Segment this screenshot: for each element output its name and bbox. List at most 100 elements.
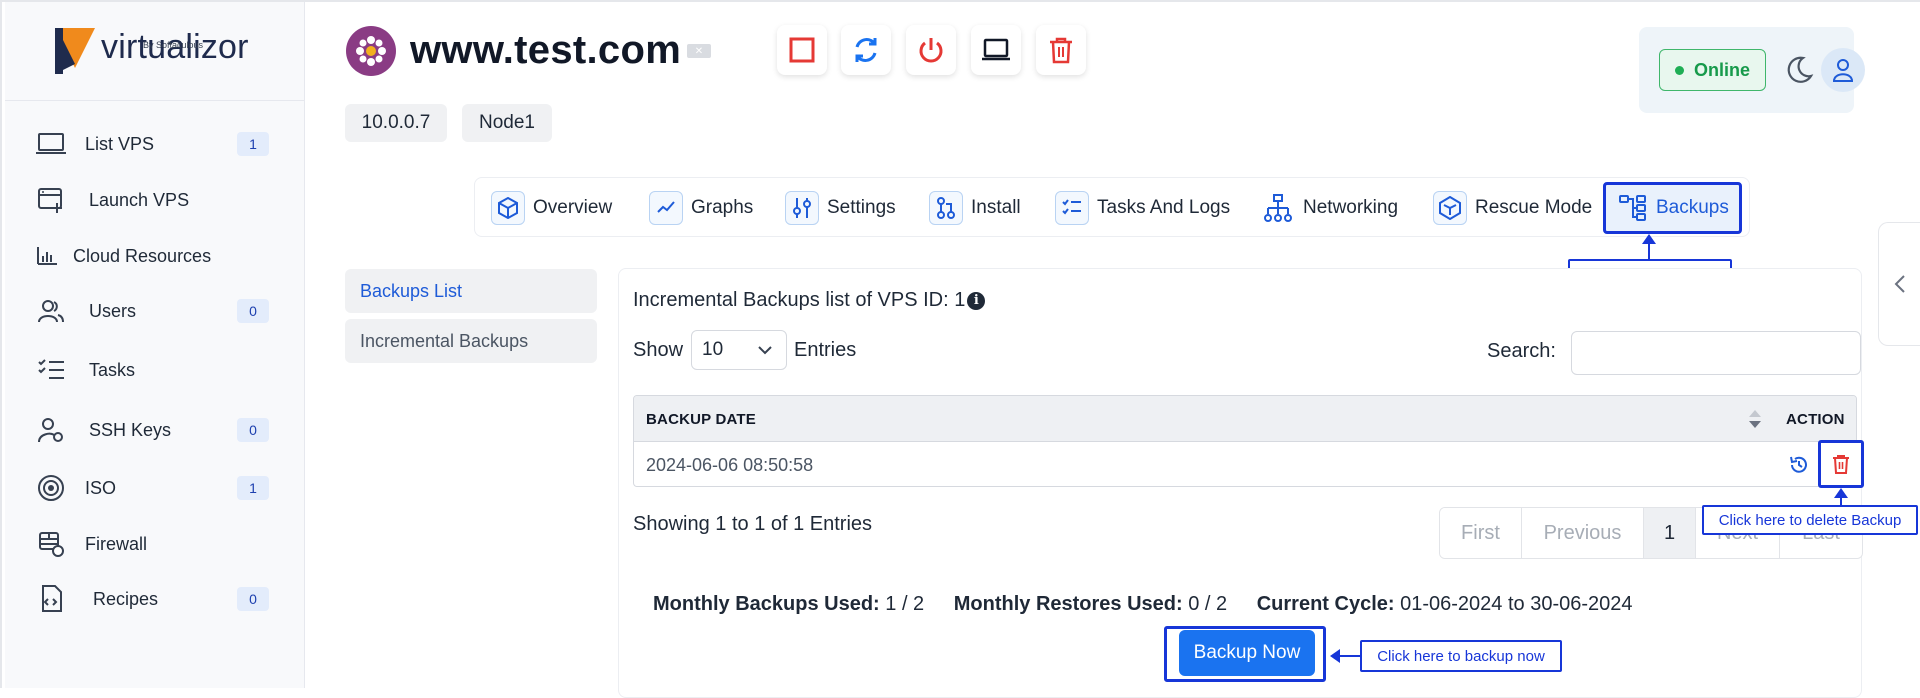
tab-backups[interactable]: Backups [1603,182,1742,234]
monthly-restores-value: 0 / 2 [1188,593,1228,615]
firewall-icon [35,528,67,560]
sidebar-item-label: Firewall [85,533,148,554]
page-title: www.test.com [410,28,682,72]
restart-button[interactable] [841,25,891,75]
tab-overview[interactable]: Overview [491,178,612,238]
current-cycle-value: 01-06-2024 to 30-06-2024 [1400,593,1633,615]
sidebar-item-label: Launch VPS [89,189,190,210]
tab-tasks-and-logs[interactable]: Tasks And Logs [1055,178,1230,238]
table-row: 2024-06-06 08:50:58 [634,442,1856,486]
flag-icon: ✕ [687,44,711,58]
panel-title-text: Incremental Backups list of VPS ID: 1 [633,289,966,311]
count-badge: 0 [237,418,269,442]
laptop-icon [35,128,67,160]
page-size-select[interactable]: 10 [691,330,787,370]
subnav-backups-list[interactable]: Backups List [345,269,597,313]
sort-icon[interactable] [1749,410,1761,428]
tab-graphs[interactable]: Graphs [649,178,753,238]
sidebar-item-iso[interactable]: ISO 1 [5,466,305,510]
backups-table: BACKUP DATE ACTION 2024-06-06 08:50:58 [633,395,1857,487]
divider [5,100,305,101]
network-icon [1261,191,1295,225]
users-icon [35,295,67,327]
checklist-icon [35,354,67,386]
status-badge: Online [1659,49,1766,91]
restart-icon [855,38,877,62]
tab-rescue-mode[interactable]: Rescue Mode [1433,178,1592,238]
tab-label: Settings [827,197,896,218]
virtualizor-logo-icon [55,28,97,74]
table-header: BACKUP DATE ACTION [634,396,1856,442]
graph-icon [649,191,683,225]
sidebar-item-label: Recipes [93,588,159,609]
stop-button[interactable] [777,25,827,75]
console-icon [982,38,1010,61]
brand-logo[interactable]: virtualizor [55,28,249,80]
tab-networking[interactable]: Networking [1261,178,1398,238]
tab-label: Overview [533,197,613,218]
chevron-left-icon [1894,275,1905,293]
tab-label: Install [971,197,1021,218]
info-icon[interactable]: i [967,291,986,310]
delete-backup-button[interactable] [1818,440,1864,488]
search-label: Search: [1487,340,1556,362]
tab-install[interactable]: Install [929,178,1021,238]
annotation-backup-now: Click here to backup now [1360,640,1562,672]
power-icon [919,38,943,63]
count-badge: 1 [237,132,269,156]
status-label: Online [1693,59,1750,80]
ip-badge: 10.0.0.7 [345,104,447,142]
rescue-icon [1433,191,1467,225]
arrow-up-icon [1834,488,1848,498]
cube-icon [491,191,525,225]
page-previous[interactable]: Previous [1522,508,1644,558]
status-dot-icon [1674,65,1684,75]
backup-now-button[interactable]: Backup Now [1179,630,1315,676]
showing-entries: Showing 1 to 1 of 1 Entries [633,513,873,535]
panel-title: Incremental Backups list of VPS ID: 1 i [633,289,986,312]
user-menu-button[interactable] [1821,48,1865,92]
page-first[interactable]: First [1440,508,1522,558]
monthly-restores-label: Monthly Restores Used: [953,593,1183,615]
sidebar-item-users[interactable]: Users 0 [5,289,305,333]
disc-icon [35,472,67,504]
backup-date-cell: 2024-06-06 08:50:58 [646,455,814,475]
sidebar-item-firewall[interactable]: Firewall [5,522,305,566]
arrow-up-icon [1642,234,1656,244]
moon-icon[interactable] [1783,54,1815,86]
tasks-icon [1055,191,1089,225]
arrow-left-icon [1330,649,1360,663]
chevron-down-icon [758,346,772,355]
page-size-value: 10 [702,339,724,360]
sidebar-item-label: Cloud Resources [73,245,212,266]
install-icon [929,191,963,225]
sliders-icon [785,191,819,225]
sidebar-item-label: Users [89,300,137,321]
sidebar-item-list-vps[interactable]: List VPS 1 [5,122,305,166]
stop-icon [789,37,815,63]
node-badge: Node1 [462,104,552,142]
search-input[interactable] [1571,331,1861,375]
restore-icon[interactable] [1788,454,1810,476]
sidebar: virtualizor By Softaculous List VPS 1 La… [5,2,305,688]
sidebar-item-tasks[interactable]: Tasks [5,348,305,392]
subnav-incremental-backups[interactable]: Incremental Backups [345,319,597,363]
sidebar-item-recipes[interactable]: Recipes 0 [5,577,305,621]
column-header-backup-date[interactable]: BACKUP DATE [646,411,756,428]
bar-chart-icon [31,240,63,272]
sidebar-item-cloud-resources[interactable]: Cloud Resources [5,234,305,278]
tab-label: Networking [1303,197,1399,218]
collapse-panel-button[interactable] [1878,222,1920,346]
count-badge: 1 [237,476,269,500]
page-current[interactable]: 1 [1644,508,1696,558]
annotation-delete-backup: Click here to delete Backup [1702,505,1918,535]
sidebar-item-launch-vps[interactable]: Launch VPS [5,178,305,222]
sidebar-item-ssh-keys[interactable]: SSH Keys 0 [5,408,305,452]
power-button[interactable] [906,25,956,75]
console-button[interactable] [971,25,1021,75]
show-label: Show [633,339,684,361]
backup-stats: Monthly Backups Used: 1 / 2 Monthly Rest… [653,593,1633,616]
tab-settings[interactable]: Settings [785,178,896,238]
delete-vps-button[interactable] [1036,25,1086,75]
column-header-action: ACTION [1786,411,1845,428]
